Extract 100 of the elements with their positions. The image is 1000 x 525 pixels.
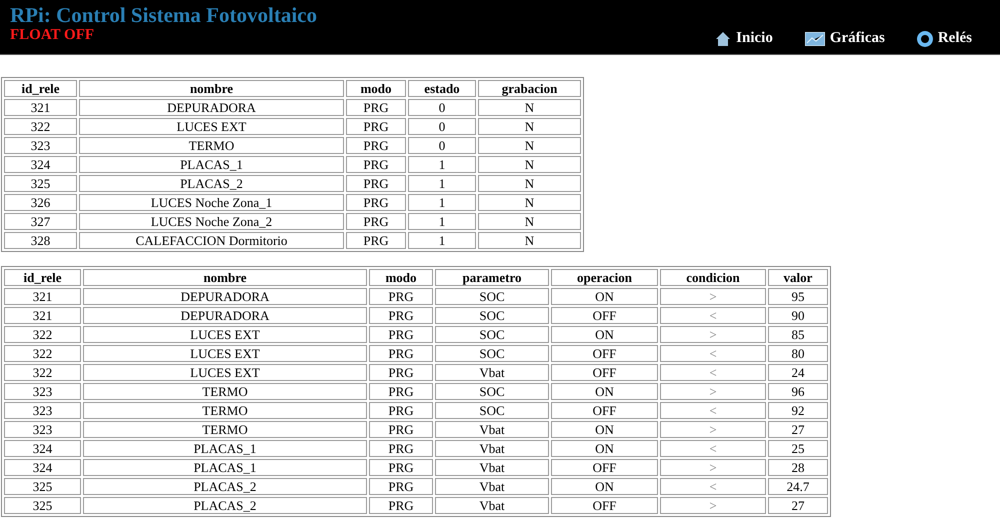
table-cell: 323 xyxy=(4,421,81,438)
table-cell: DEPURADORA xyxy=(83,307,367,324)
table-cell: 92 xyxy=(768,402,828,419)
table-cell: TERMO xyxy=(83,383,367,400)
table-cell: LUCES Noche Zona_2 xyxy=(79,213,344,230)
table-cell: 323 xyxy=(4,383,81,400)
column-header: valor xyxy=(768,269,828,286)
nav-link[interactable]: Relés xyxy=(916,30,972,47)
table-cell: 1 xyxy=(408,194,476,211)
table-cell: ON xyxy=(551,288,658,305)
table-cell: 28 xyxy=(768,459,828,476)
column-header: condicion xyxy=(660,269,766,286)
table-cell: 327 xyxy=(4,213,77,230)
table-cell: Vbat xyxy=(435,459,549,476)
table-cell: 322 xyxy=(4,118,77,135)
float-status: FLOAT OFF xyxy=(10,26,96,44)
column-header: modo xyxy=(346,80,406,97)
table-cell: PRG xyxy=(346,194,406,211)
table-cell: 321 xyxy=(4,307,81,324)
table-cell: SOC xyxy=(435,345,549,362)
table-cell: PRG xyxy=(369,288,433,305)
table-cell: PRG xyxy=(346,137,406,154)
table-cell: Vbat xyxy=(435,497,549,514)
table-cell: N xyxy=(478,99,581,116)
table-cell: Vbat xyxy=(435,478,549,495)
table-cell: TERMO xyxy=(83,421,367,438)
table-cell: > xyxy=(660,383,766,400)
table-cell: ON xyxy=(551,421,658,438)
table-cell: PLACAS_1 xyxy=(83,440,367,457)
table-cell: > xyxy=(660,459,766,476)
table-cell: 322 xyxy=(4,326,81,343)
table-cell: PLACAS_1 xyxy=(83,459,367,476)
table-cell: PRG xyxy=(346,156,406,173)
table-cell: SOC xyxy=(435,402,549,419)
table-cell: PRG xyxy=(369,478,433,495)
table-cell: DEPURADORA xyxy=(79,99,344,116)
table-cell: ON xyxy=(551,478,658,495)
table-cell: PRG xyxy=(369,497,433,514)
table-cell: OFF xyxy=(551,345,658,362)
table-cell: 24.7 xyxy=(768,478,828,495)
table-cell: 325 xyxy=(4,497,81,514)
table-cell: N xyxy=(478,118,581,135)
table-cell: 0 xyxy=(408,118,476,135)
table-cell: PRG xyxy=(369,307,433,324)
table-cell: 27 xyxy=(768,421,828,438)
table-cell: 325 xyxy=(4,478,81,495)
column-header: nombre xyxy=(79,80,344,97)
table-cell: 324 xyxy=(4,440,81,457)
table-cell: 1 xyxy=(408,156,476,173)
table-cell: PRG xyxy=(369,459,433,476)
table-cell: OFF xyxy=(551,497,658,514)
table-cell: 90 xyxy=(768,307,828,324)
nav-link[interactable]: Gráficas xyxy=(804,30,885,47)
table-cell: < xyxy=(660,440,766,457)
table-cell: 324 xyxy=(4,459,81,476)
table-cell: PLACAS_1 xyxy=(79,156,344,173)
column-header: operacion xyxy=(551,269,658,286)
table-cell: < xyxy=(660,307,766,324)
table-cell: N xyxy=(478,194,581,211)
table-cell: PRG xyxy=(369,364,433,381)
table-cell: 322 xyxy=(4,364,81,381)
column-header: id_rele xyxy=(4,80,77,97)
table-cell: 27 xyxy=(768,497,828,514)
table-cell: 321 xyxy=(4,99,77,116)
table-cell: PRG xyxy=(369,326,433,343)
column-header: id_rele xyxy=(4,269,81,286)
table-cell: DEPURADORA xyxy=(83,288,367,305)
table-cell: 0 xyxy=(408,99,476,116)
table-cell: 85 xyxy=(768,326,828,343)
table-cell: SOC xyxy=(435,326,549,343)
house-icon xyxy=(715,30,732,46)
table-cell: SOC xyxy=(435,288,549,305)
table-cell: CALEFACCION Dormitorio xyxy=(79,232,344,249)
table-cell: OFF xyxy=(551,364,658,381)
table-cell: TERMO xyxy=(83,402,367,419)
table-cell: OFF xyxy=(551,402,658,419)
table-cell: N xyxy=(478,213,581,230)
table-cell: 96 xyxy=(768,383,828,400)
table-cell: LUCES Noche Zona_1 xyxy=(79,194,344,211)
table-cell: N xyxy=(478,232,581,249)
table-cell: PRG xyxy=(346,118,406,135)
table-cell: 0 xyxy=(408,137,476,154)
table-cell: PRG xyxy=(346,175,406,192)
table-cell: 328 xyxy=(4,232,77,249)
nav-link[interactable]: Inicio xyxy=(715,30,773,47)
site-title: RPi: Control Sistema Fotovoltaico xyxy=(10,4,317,26)
table-cell: Vbat xyxy=(435,421,549,438)
table-cell: > xyxy=(660,421,766,438)
table-cell: < xyxy=(660,345,766,362)
table-cell: > xyxy=(660,497,766,514)
table-cell: PRG xyxy=(346,213,406,230)
table-cell: ON xyxy=(551,383,658,400)
table-cell: LUCES EXT xyxy=(83,345,367,362)
table-cell: N xyxy=(478,137,581,154)
table-cell: 321 xyxy=(4,288,81,305)
table-cell: 1 xyxy=(408,232,476,249)
table-cell: Vbat xyxy=(435,364,549,381)
table-cell: > xyxy=(660,288,766,305)
table-cell: 1 xyxy=(408,213,476,230)
table-cell: OFF xyxy=(551,459,658,476)
